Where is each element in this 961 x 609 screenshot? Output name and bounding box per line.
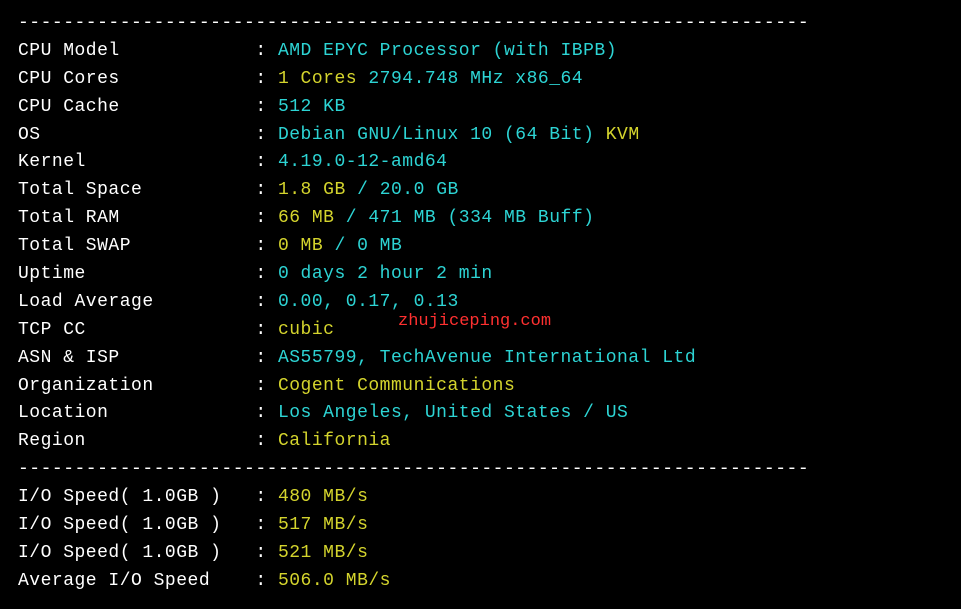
io-value: 521 MB/s	[278, 543, 368, 563]
info-row: CPU Cache : 512 KB	[18, 94, 943, 122]
info-row: OS : Debian GNU/Linux 10 (64 Bit) KVM	[18, 122, 943, 150]
info-value: /	[357, 180, 380, 200]
colon: :	[255, 403, 278, 423]
colon: :	[255, 376, 278, 396]
colon: :	[255, 69, 278, 89]
info-value: AMD EPYC Processor (with IBPB)	[278, 41, 617, 61]
info-value: Los Angeles, United States / US	[278, 403, 628, 423]
info-label: CPU Cores	[18, 66, 255, 94]
info-label: Location	[18, 400, 255, 428]
colon: :	[255, 152, 278, 172]
info-value: /	[334, 236, 357, 256]
info-value: 0 days 2 hour 2 min	[278, 264, 493, 284]
info-value: 471 MB	[368, 208, 447, 228]
io-row: Average I/O Speed : 506.0 MB/s	[18, 568, 943, 596]
colon: :	[255, 41, 278, 61]
info-label: Total SWAP	[18, 233, 255, 261]
info-value: (334 MB Buff)	[448, 208, 595, 228]
info-label: Region	[18, 428, 255, 456]
colon: :	[255, 208, 278, 228]
system-info-block: CPU Model : AMD EPYC Processor (with IBP…	[18, 38, 943, 456]
info-label: OS	[18, 122, 255, 150]
info-label: Organization	[18, 373, 255, 401]
info-value: /	[346, 208, 369, 228]
info-label: Total Space	[18, 177, 255, 205]
info-value: 4.19.0-12-amd64	[278, 152, 448, 172]
info-row: Total SWAP : 0 MB / 0 MB	[18, 233, 943, 261]
info-value: AS55799, TechAvenue International Ltd	[278, 348, 696, 368]
io-label: I/O Speed( 1.0GB )	[18, 484, 255, 512]
io-value: 517 MB/s	[278, 515, 368, 535]
info-value: 1.8 GB	[278, 180, 357, 200]
info-label: CPU Cache	[18, 94, 255, 122]
info-value: cubic	[278, 320, 335, 340]
info-row: CPU Cores : 1 Cores 2794.748 MHz x86_64	[18, 66, 943, 94]
info-row: Uptime : 0 days 2 hour 2 min	[18, 261, 943, 289]
info-value: Debian GNU/Linux 10 (64 Bit)	[278, 125, 606, 145]
io-value: 480 MB/s	[278, 487, 368, 507]
colon: :	[255, 515, 278, 535]
io-label: I/O Speed( 1.0GB )	[18, 512, 255, 540]
info-row: Location : Los Angeles, United States / …	[18, 400, 943, 428]
info-value: 1 Cores	[278, 69, 368, 89]
info-value: Cogent Communications	[278, 376, 515, 396]
io-label: Average I/O Speed	[18, 568, 255, 596]
info-label: CPU Model	[18, 38, 255, 66]
io-row: I/O Speed( 1.0GB ) : 517 MB/s	[18, 512, 943, 540]
colon: :	[255, 543, 278, 563]
info-value: 20.0 GB	[380, 180, 459, 200]
info-row: CPU Model : AMD EPYC Processor (with IBP…	[18, 38, 943, 66]
info-label: Uptime	[18, 261, 255, 289]
info-label: TCP CC	[18, 317, 255, 345]
info-value: 0 MB	[278, 236, 335, 256]
info-label: Total RAM	[18, 205, 255, 233]
info-value: KVM	[606, 125, 640, 145]
info-value: 0 MB	[357, 236, 402, 256]
colon: :	[255, 487, 278, 507]
watermark: zhujiceping.com	[398, 309, 551, 335]
colon: :	[255, 125, 278, 145]
info-label: ASN & ISP	[18, 345, 255, 373]
info-value: California	[278, 431, 391, 451]
io-row: I/O Speed( 1.0GB ) : 480 MB/s	[18, 484, 943, 512]
divider-mid: ----------------------------------------…	[18, 456, 943, 484]
colon: :	[255, 320, 278, 340]
io-label: I/O Speed( 1.0GB )	[18, 540, 255, 568]
info-row: Region : California	[18, 428, 943, 456]
info-row: Organization : Cogent Communications	[18, 373, 943, 401]
info-row: ASN & ISP : AS55799, TechAvenue Internat…	[18, 345, 943, 373]
colon: :	[255, 236, 278, 256]
colon: :	[255, 571, 278, 591]
divider-top: ----------------------------------------…	[18, 10, 943, 38]
info-value: 2794.748 MHz x86_64	[368, 69, 583, 89]
colon: :	[255, 292, 278, 312]
colon: :	[255, 431, 278, 451]
io-speed-block: I/O Speed( 1.0GB ) : 480 MB/sI/O Speed( …	[18, 484, 943, 596]
info-label: Load Average	[18, 289, 255, 317]
info-row: Kernel : 4.19.0-12-amd64	[18, 149, 943, 177]
colon: :	[255, 348, 278, 368]
colon: :	[255, 97, 278, 117]
info-label: Kernel	[18, 149, 255, 177]
colon: :	[255, 264, 278, 284]
info-row: Total RAM : 66 MB / 471 MB (334 MB Buff)	[18, 205, 943, 233]
io-row: I/O Speed( 1.0GB ) : 521 MB/s	[18, 540, 943, 568]
colon: :	[255, 180, 278, 200]
io-value: 506.0 MB/s	[278, 571, 391, 591]
info-value: 66 MB	[278, 208, 346, 228]
info-value: 512 KB	[278, 97, 346, 117]
info-row: Total Space : 1.8 GB / 20.0 GB	[18, 177, 943, 205]
